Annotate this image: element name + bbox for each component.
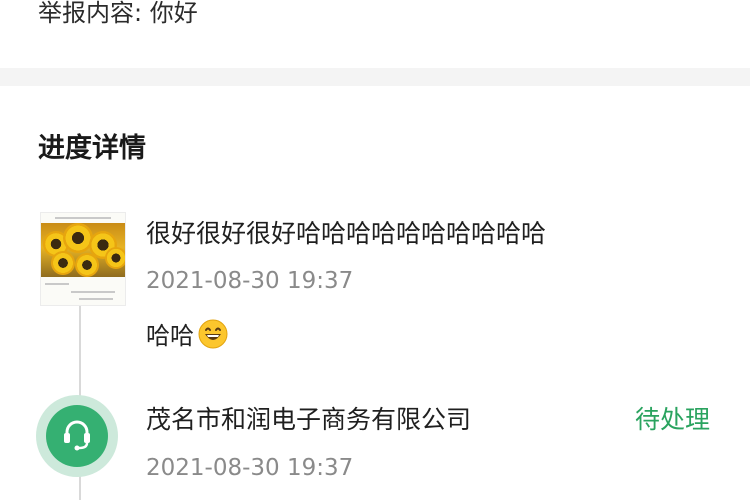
progress-details-title: 进度详情 xyxy=(38,133,146,164)
attachment-thumbnail[interactable] xyxy=(40,212,126,306)
section-divider xyxy=(0,68,750,86)
report-content-label: 举报内容: xyxy=(38,0,143,27)
message-text: 哈哈 xyxy=(146,322,194,350)
customer-service-avatar xyxy=(36,395,118,477)
thumbnail-text-line xyxy=(79,298,113,300)
timeline-entry-timestamp: 2021-08-30 19:37 xyxy=(146,455,354,481)
timeline-entry-title: 很好很好很好哈哈哈哈哈哈哈哈哈哈 xyxy=(146,219,547,248)
status-badge: 待处理 xyxy=(634,405,710,434)
timeline-entry-timestamp: 2021-08-30 19:37 xyxy=(146,268,354,294)
sunflower-image xyxy=(41,223,125,277)
report-content-row: 举报内容: 你好 xyxy=(38,0,198,32)
timeline-entry-message: 哈哈 xyxy=(146,316,228,351)
thumbnail-text-line xyxy=(45,283,69,285)
handler-company-name: 茂名市和润电子商务有限公司 xyxy=(146,405,472,434)
thumbnail-caption-line xyxy=(55,217,111,219)
headset-icon xyxy=(60,417,94,455)
thumbnail-text-line xyxy=(71,291,115,293)
grinning-face-emoji-icon xyxy=(198,319,228,349)
report-content-value: 你好 xyxy=(149,0,198,27)
